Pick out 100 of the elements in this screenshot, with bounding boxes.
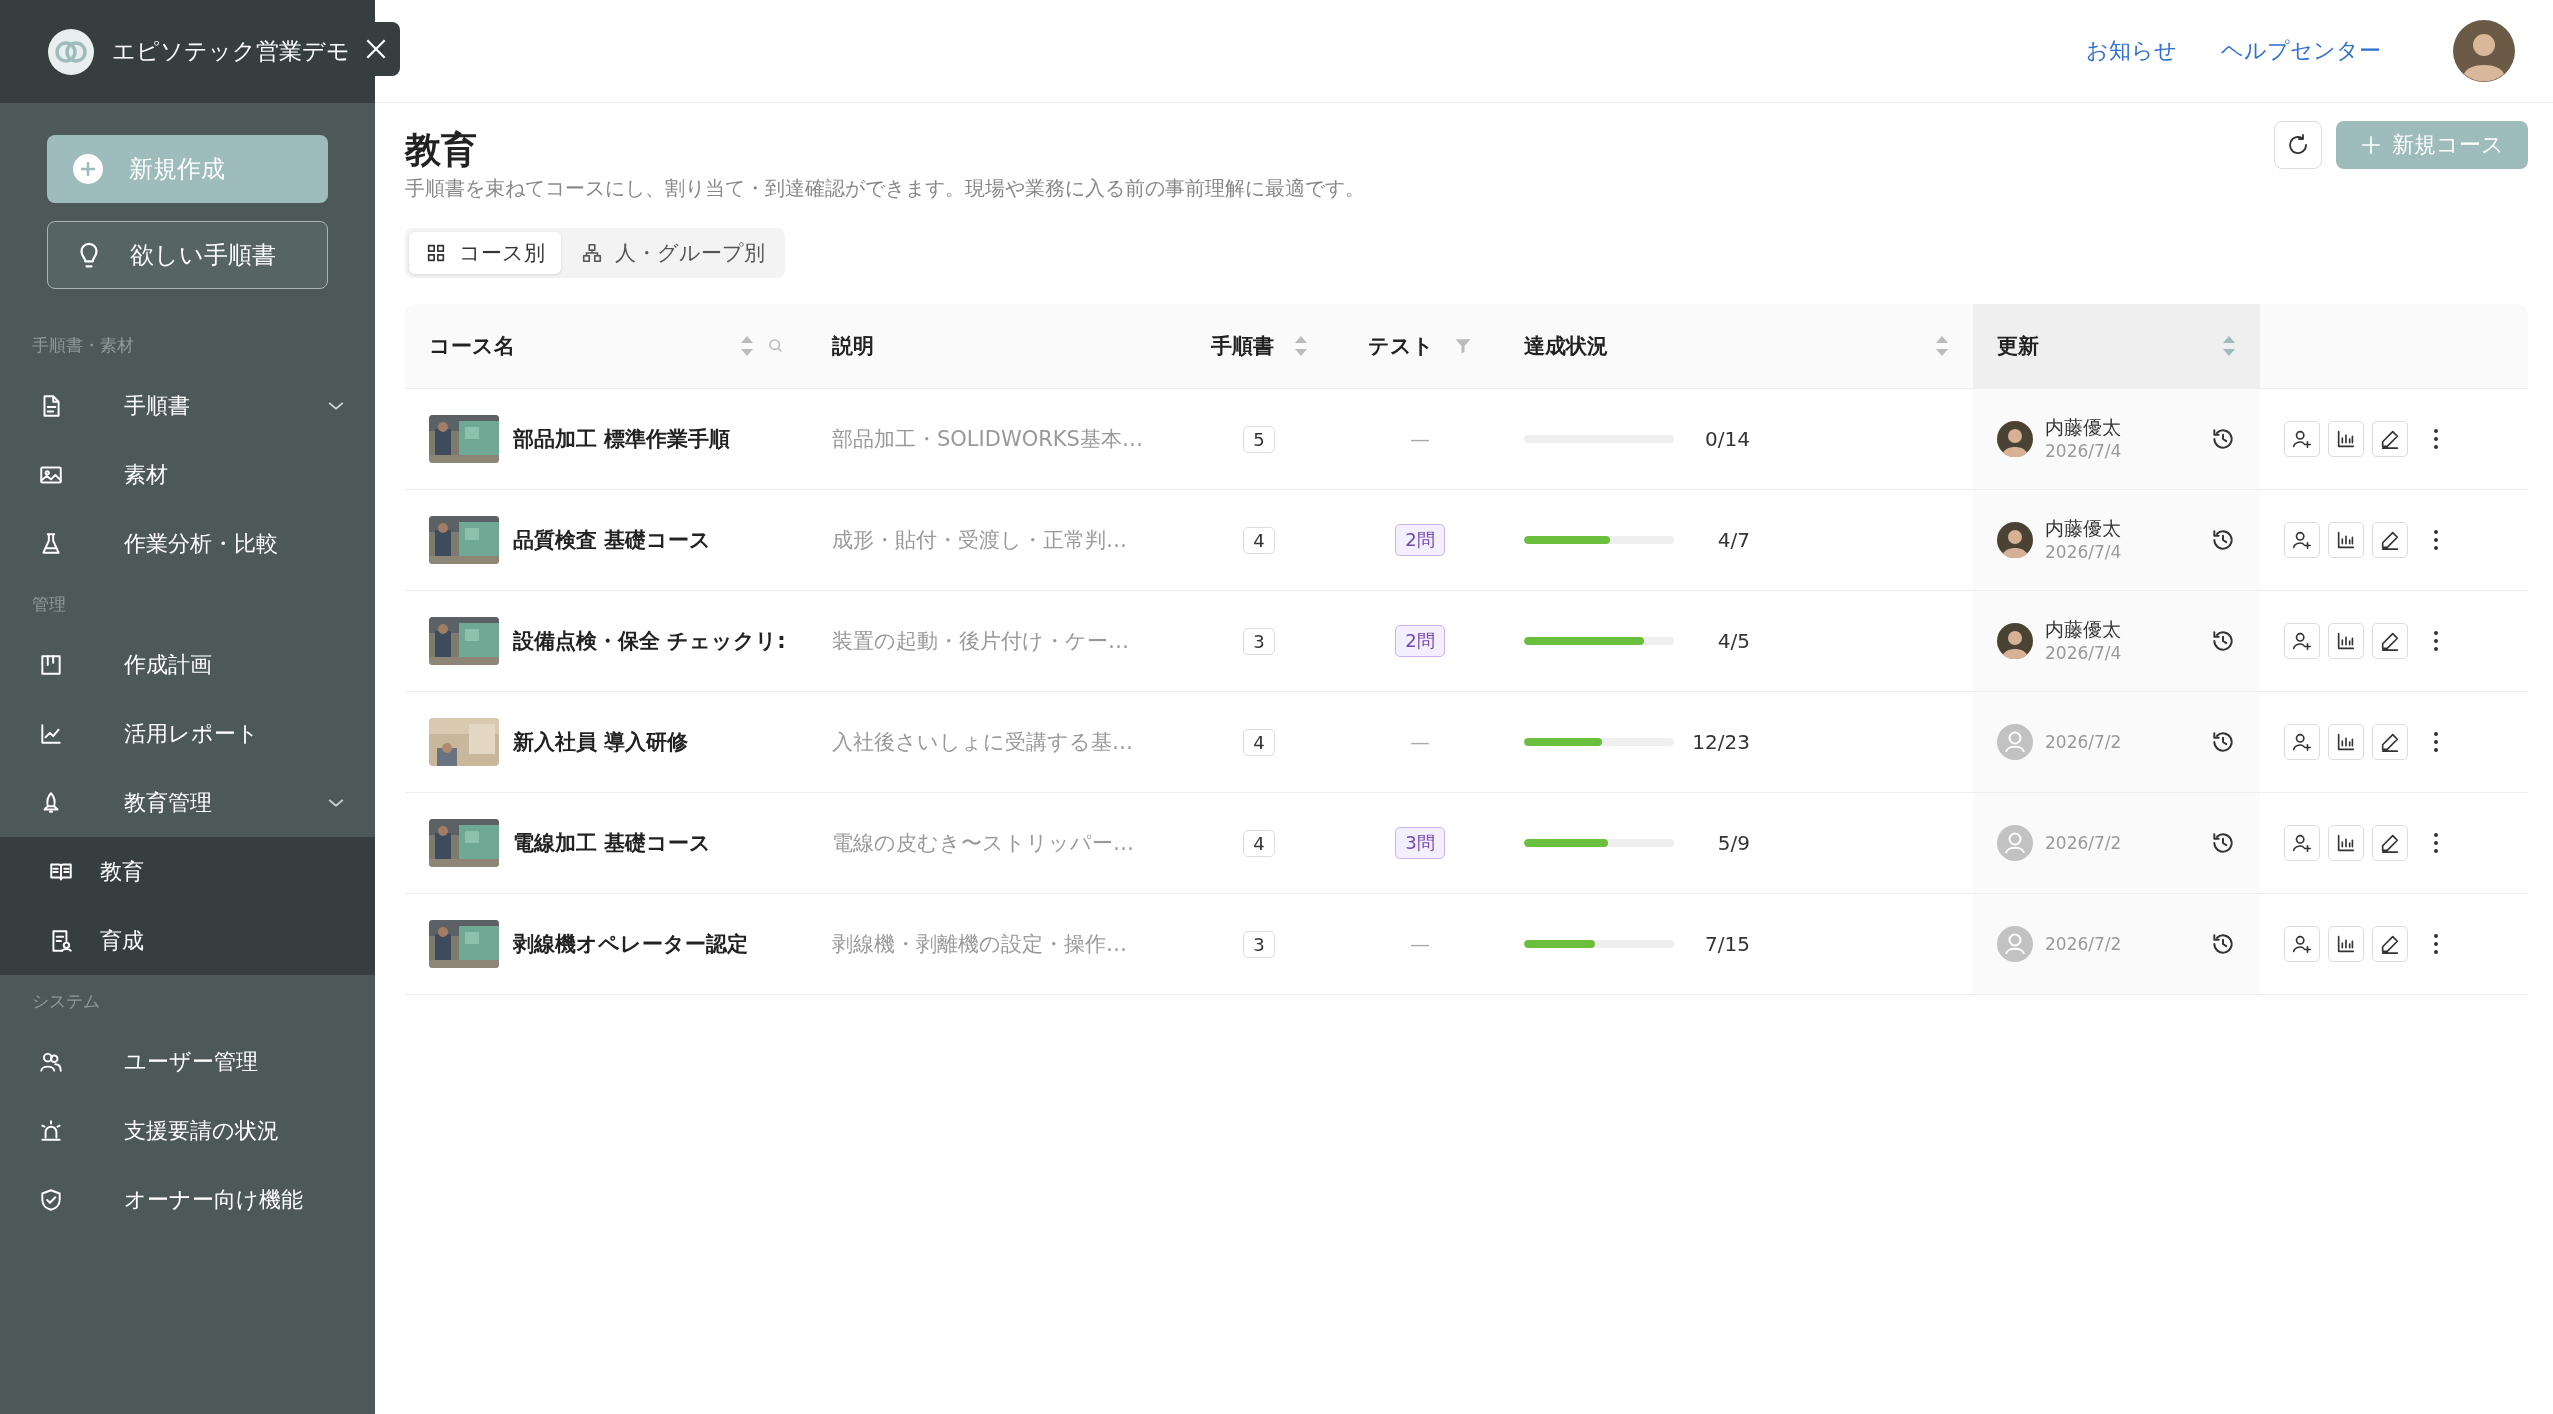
nav-item[interactable]: 教育管理 bbox=[0, 768, 375, 837]
user-plus-icon bbox=[2291, 832, 2313, 854]
updater-name: 内藤優太 bbox=[2045, 516, 2122, 540]
nav-item[interactable]: 手順書 bbox=[0, 371, 375, 440]
user-plus-icon bbox=[2291, 529, 2313, 551]
step-count: 3 bbox=[1243, 627, 1275, 655]
header-link[interactable]: お知らせ bbox=[2086, 36, 2177, 66]
edit-button[interactable] bbox=[2372, 522, 2408, 558]
nav-subitem[interactable]: 育成 bbox=[0, 906, 375, 975]
alarm-icon bbox=[38, 1117, 64, 1144]
pencil-icon bbox=[2379, 731, 2401, 753]
user-avatar bbox=[1997, 522, 2033, 558]
progress-count: 4/7 bbox=[1716, 528, 1750, 552]
course-description: 電線の皮むき〜ストリッパー… bbox=[831, 830, 1135, 857]
assign-user-button[interactable] bbox=[2284, 825, 2320, 861]
pencil-icon bbox=[2379, 529, 2401, 551]
pencil-icon bbox=[2379, 630, 2401, 652]
column-header[interactable]: 手順書 bbox=[1210, 332, 1274, 360]
column-header[interactable]: 更新 bbox=[1997, 332, 2039, 360]
nav-item[interactable]: 作業分析・比較 bbox=[0, 509, 375, 578]
bar-chart-button[interactable] bbox=[2328, 421, 2364, 457]
course-name[interactable]: 部品加工 標準作業手順 bbox=[513, 425, 731, 453]
course-description: 部品加工・SOLIDWORKS基本… bbox=[831, 426, 1144, 453]
view-tab[interactable]: 人・グループ別 bbox=[565, 232, 781, 274]
updater-name: 内藤優太 bbox=[2045, 617, 2122, 641]
nav-subitem[interactable]: 教育 bbox=[0, 837, 375, 906]
history-icon[interactable] bbox=[2210, 527, 2236, 553]
pencil-icon bbox=[2379, 832, 2401, 854]
user-avatar bbox=[1997, 724, 2033, 760]
bar-chart-button[interactable] bbox=[2328, 724, 2364, 760]
assign-user-button[interactable] bbox=[2284, 623, 2320, 659]
user-plus-icon bbox=[2291, 933, 2313, 955]
bar-chart-button[interactable] bbox=[2328, 926, 2364, 962]
view-tab[interactable]: コース別 bbox=[409, 232, 561, 274]
history-icon[interactable] bbox=[2210, 729, 2236, 755]
empty-value: — bbox=[1410, 427, 1430, 451]
bar-chart-button[interactable] bbox=[2328, 825, 2364, 861]
plus-icon bbox=[73, 154, 103, 184]
course-name[interactable]: 設備点検・保全 チェックリ: bbox=[513, 627, 786, 655]
nav-item[interactable]: 作成計画 bbox=[0, 630, 375, 699]
grid-icon bbox=[425, 242, 447, 264]
bar-chart-icon bbox=[2335, 630, 2357, 652]
edit-button[interactable] bbox=[2372, 926, 2408, 962]
nav-item[interactable]: ユーザー管理 bbox=[0, 1027, 375, 1096]
page-title: 教育 bbox=[405, 128, 478, 172]
column-header[interactable]: 達成状況 bbox=[1524, 332, 1608, 360]
column-header[interactable]: テスト bbox=[1368, 332, 1434, 360]
empty-value: — bbox=[1410, 932, 1430, 956]
pencil-icon bbox=[2379, 933, 2401, 955]
pencil-icon bbox=[2379, 428, 2401, 450]
shield-icon bbox=[38, 1186, 64, 1213]
edit-button[interactable] bbox=[2372, 724, 2408, 760]
step-count: 3 bbox=[1243, 930, 1275, 958]
question-count-tag: 2問 bbox=[1395, 625, 1445, 657]
user-avatar[interactable] bbox=[2453, 20, 2515, 82]
progress-count: 7/15 bbox=[1704, 932, 1750, 956]
bar-chart-button[interactable] bbox=[2328, 623, 2364, 659]
nav-item[interactable]: 支援要請の状況 bbox=[0, 1096, 375, 1165]
assign-user-button[interactable] bbox=[2284, 926, 2320, 962]
step-count: 4 bbox=[1243, 829, 1275, 857]
edit-button[interactable] bbox=[2372, 825, 2408, 861]
logo-icon bbox=[48, 28, 94, 75]
column-header[interactable]: コース名 bbox=[429, 332, 515, 360]
request-button[interactable]: 欲しい手順書 bbox=[47, 221, 328, 289]
history-icon[interactable] bbox=[2210, 426, 2236, 452]
plus-icon bbox=[2360, 134, 2382, 156]
course-description: 成形・貼付・受渡し・正常判… bbox=[831, 527, 1128, 554]
bar-chart-button[interactable] bbox=[2328, 522, 2364, 558]
history-icon[interactable] bbox=[2210, 628, 2236, 654]
edit-button[interactable] bbox=[2372, 421, 2408, 457]
user-plus-icon bbox=[2291, 630, 2313, 652]
nav-item[interactable]: オーナー向け機能 bbox=[0, 1165, 375, 1234]
assign-user-button[interactable] bbox=[2284, 522, 2320, 558]
history-icon[interactable] bbox=[2210, 931, 2236, 957]
course-name[interactable]: 品質検査 基礎コース bbox=[513, 526, 712, 554]
assign-user-button[interactable] bbox=[2284, 421, 2320, 457]
history-icon[interactable] bbox=[2210, 830, 2236, 856]
course-name[interactable]: 新入社員 導入研修 bbox=[513, 728, 689, 756]
header-link[interactable]: ヘルプセンター bbox=[2221, 36, 2381, 66]
nav-item[interactable]: 活用レポート bbox=[0, 699, 375, 768]
nav-item[interactable]: 素材 bbox=[0, 440, 375, 509]
course-name[interactable]: 電線加工 基礎コース bbox=[513, 829, 712, 857]
progress-count: 12/23 bbox=[1691, 730, 1750, 754]
course-description: 剥線機・剥離機の設定・操作… bbox=[831, 931, 1128, 958]
refresh-icon bbox=[2286, 133, 2310, 157]
app-name: エピソテック営業デモ bbox=[112, 37, 350, 66]
progress-count: 0/14 bbox=[1704, 427, 1750, 451]
edit-button[interactable] bbox=[2372, 623, 2408, 659]
progress-count: 4/5 bbox=[1716, 629, 1750, 653]
course-name[interactable]: 剥線機オペレーター認定 bbox=[513, 930, 748, 958]
assign-user-button[interactable] bbox=[2284, 724, 2320, 760]
question-count-tag: 3問 bbox=[1395, 827, 1445, 859]
page-description: 手順書を束ねてコースにし、割り当て・到達確認ができます。現場や業務に入る前の事前理解に最適です。 bbox=[405, 175, 1366, 202]
update-date: 2026/7/4 bbox=[2045, 440, 2123, 463]
refresh-button[interactable] bbox=[2274, 121, 2322, 169]
empty-value: — bbox=[1410, 730, 1430, 754]
column-header[interactable]: 説明 bbox=[832, 332, 874, 360]
user-plus-icon bbox=[2291, 428, 2313, 450]
course-description: 装置の起動・後片付け・ケー… bbox=[831, 628, 1130, 655]
user-avatar bbox=[1997, 623, 2033, 659]
